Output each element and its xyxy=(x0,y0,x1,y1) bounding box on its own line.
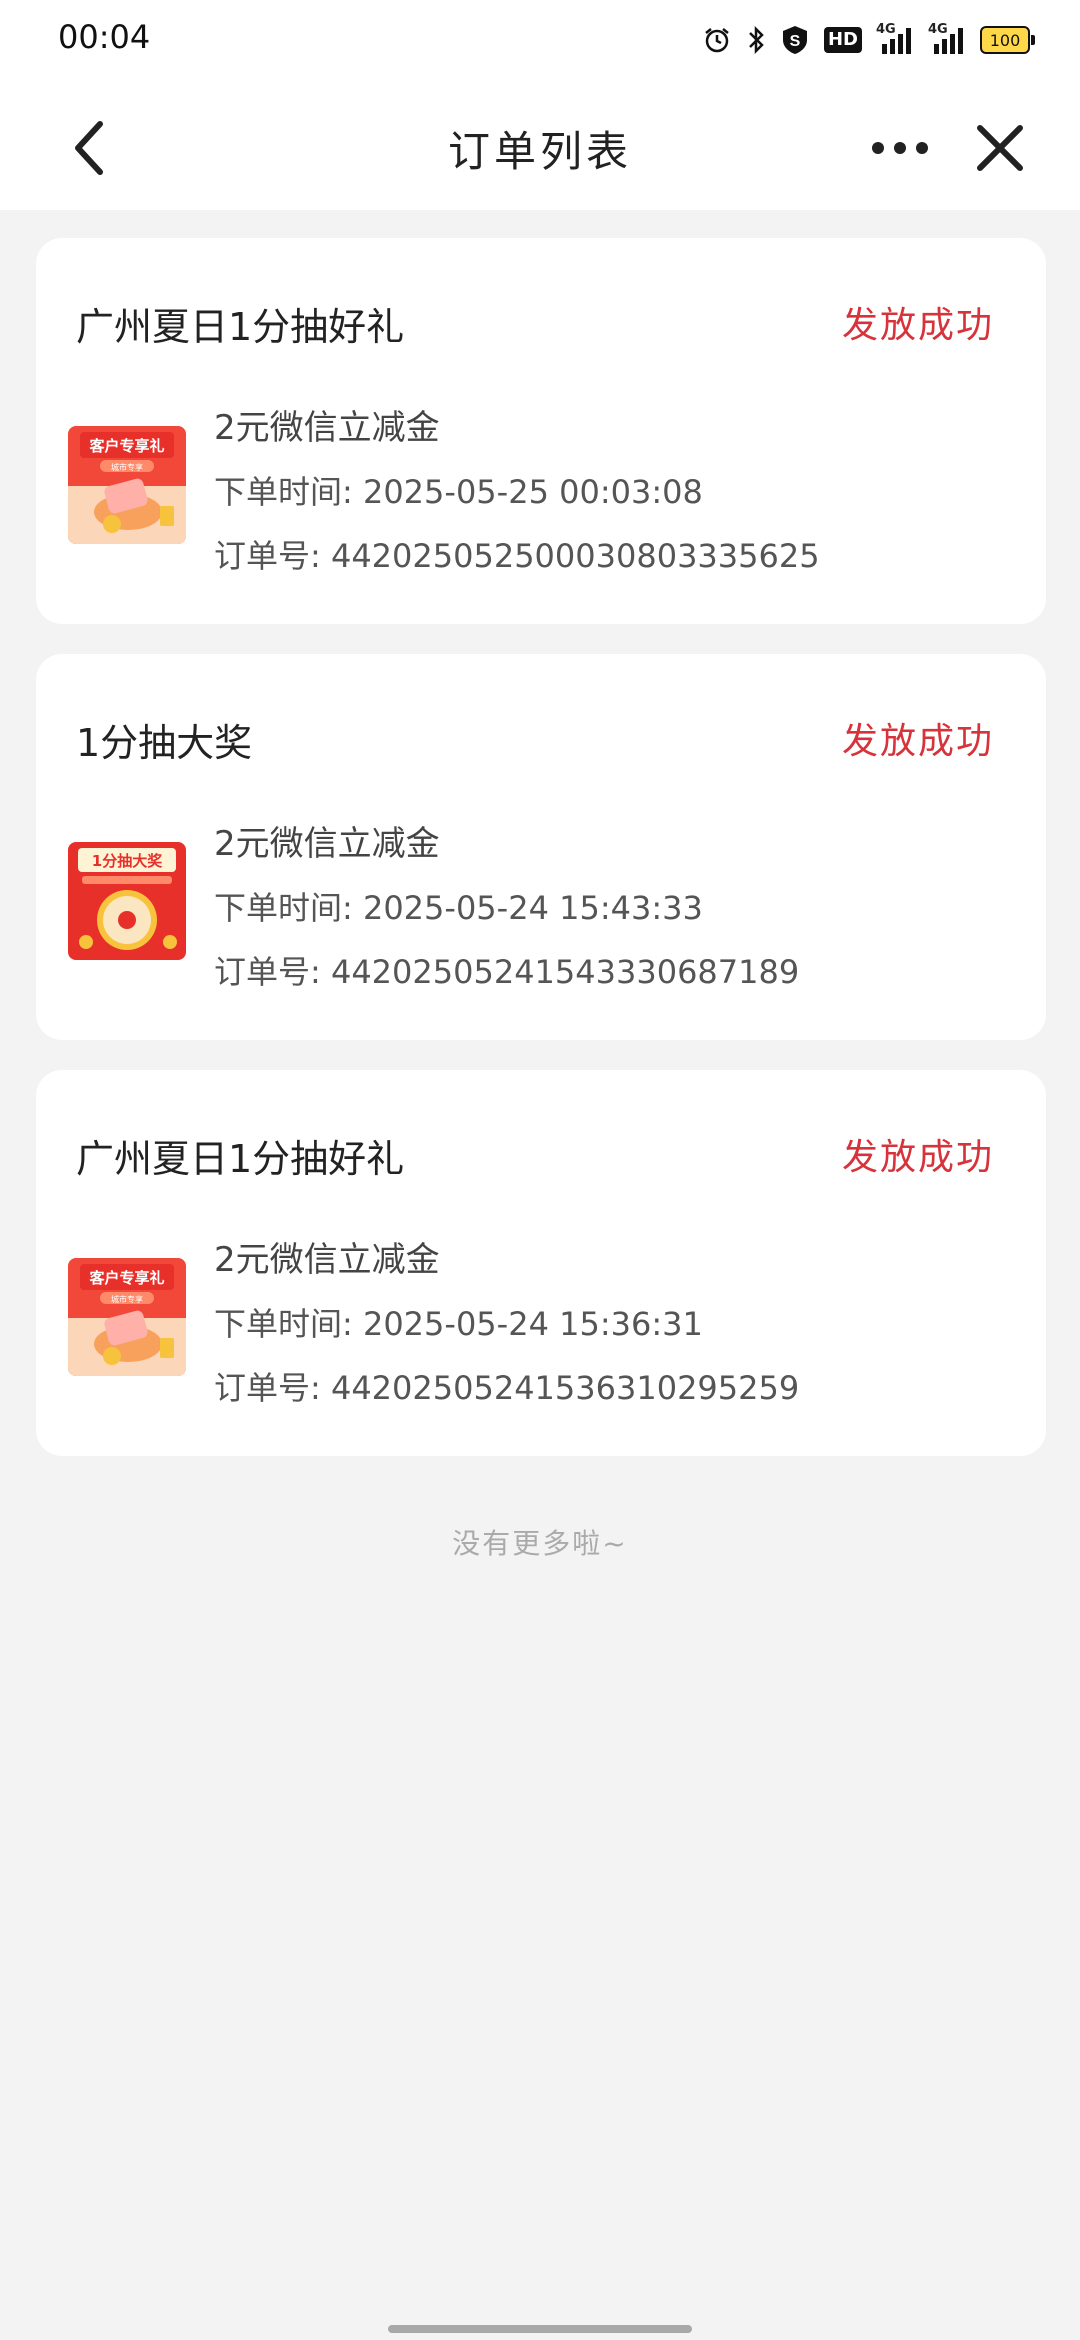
status-icons: S HD 4G 4G 100 xyxy=(702,20,1035,60)
header-area: 00:04 S HD 4G 4G 100 订单列表 xyxy=(0,0,1080,210)
order-info: 2元微信立减金 下单时间: 2025-05-24 15:43:33 订单号: 4… xyxy=(214,812,799,1004)
product-thumbnail: 1分抽大奖 xyxy=(68,842,186,960)
hd-icon: HD xyxy=(823,27,862,53)
order-info: 2元微信立减金 下单时间: 2025-05-24 15:36:31 订单号: 4… xyxy=(214,1228,799,1420)
signal-4g-icon: 4G xyxy=(928,22,966,56)
order-card[interactable]: 广州夏日1分抽好礼 发放成功 客户专享礼 城市专享 2元微信立减金 下单时间: … xyxy=(36,1070,1046,1456)
close-button[interactable] xyxy=(970,118,1030,178)
order-info: 2元微信立减金 下单时间: 2025-05-25 00:03:08 订单号: 4… xyxy=(214,396,820,588)
order-card[interactable]: 1分抽大奖 发放成功 1分抽大奖 2元微信立减金 下单时间: 2025-05-2… xyxy=(36,654,1046,1040)
alarm-icon xyxy=(702,25,732,55)
order-status: 发放成功 xyxy=(841,721,994,762)
signal-4g-icon: 4G xyxy=(876,22,914,56)
status-time: 00:04 xyxy=(58,18,151,56)
thumb-heading: 1分抽大奖 xyxy=(92,852,163,870)
thumb-sub: 城市专享 xyxy=(111,1294,143,1304)
product-name: 2元微信立减金 xyxy=(214,408,440,448)
order-list: 广州夏日1分抽好礼 发放成功 客户专享礼 城市专享 2元微信立减金 下单时间: … xyxy=(36,238,1046,1486)
bluetooth-icon xyxy=(746,25,766,55)
hd-label: HD xyxy=(827,29,858,50)
order-status: 发放成功 xyxy=(841,305,994,346)
product-name: 2元微信立减金 xyxy=(214,1240,440,1280)
battery-level: 100 xyxy=(989,30,1021,50)
product-thumbnail: 客户专享礼 城市专享 xyxy=(68,1258,186,1376)
battery-icon: 100 xyxy=(980,26,1035,54)
thumb-heading: 客户专享礼 xyxy=(88,437,164,455)
status-bar: 00:04 S HD 4G 4G 100 xyxy=(0,0,1080,80)
product-name: 2元微信立减金 xyxy=(214,824,440,864)
thumb-sub: 城市专享 xyxy=(111,462,143,472)
thumb-heading: 客户专享礼 xyxy=(88,1269,164,1287)
order-time: 下单时间: 2025-05-24 15:36:31 xyxy=(214,1305,703,1343)
end-of-list-text: 没有更多啦~ xyxy=(452,1527,628,1560)
home-indicator[interactable] xyxy=(388,2325,692,2333)
order-title: 广州夏日1分抽好礼 xyxy=(76,1137,405,1181)
order-status: 发放成功 xyxy=(841,1137,994,1178)
more-dots-icon xyxy=(872,142,928,154)
more-button[interactable] xyxy=(868,120,932,176)
nav-bar: 订单列表 xyxy=(0,80,1080,210)
order-title: 广州夏日1分抽好礼 xyxy=(76,305,405,349)
svg-text:S: S xyxy=(790,33,801,50)
s-shield-icon: S xyxy=(780,24,810,56)
close-icon xyxy=(977,125,1023,171)
order-time: 下单时间: 2025-05-25 00:03:08 xyxy=(214,473,703,511)
order-card[interactable]: 广州夏日1分抽好礼 发放成功 客户专享礼 城市专享 2元微信立减金 下单时间: … xyxy=(36,238,1046,624)
order-number: 订单号: 442025052500030803335625 xyxy=(214,537,820,575)
product-thumbnail: 客户专享礼 城市专享 xyxy=(68,426,186,544)
order-number: 订单号: 44202505241543330687189 xyxy=(214,953,800,991)
order-number: 订单号: 44202505241536310295259 xyxy=(214,1369,800,1407)
order-title: 1分抽大奖 xyxy=(76,721,253,765)
order-time: 下单时间: 2025-05-24 15:43:33 xyxy=(214,889,703,927)
